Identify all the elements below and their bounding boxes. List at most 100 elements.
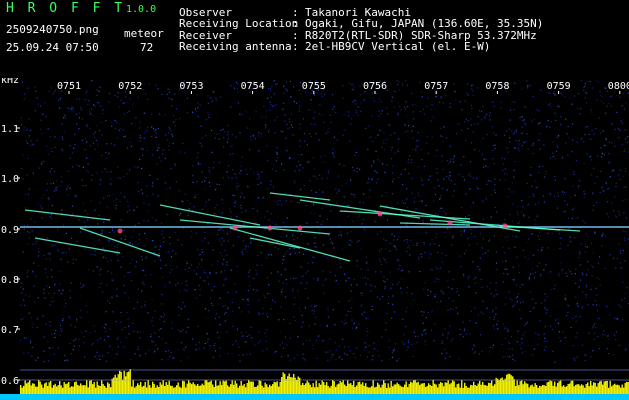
level-bar — [153, 383, 155, 394]
level-bar — [542, 384, 544, 394]
level-bar — [32, 383, 34, 394]
level-bar — [318, 383, 320, 394]
level-bar — [357, 382, 359, 394]
level-bar — [333, 381, 335, 394]
level-bar — [540, 386, 542, 394]
level-bar — [93, 381, 95, 394]
level-bar — [305, 383, 307, 394]
level-bar — [512, 376, 514, 394]
level-bar — [345, 386, 347, 394]
level-bar — [45, 382, 47, 394]
level-bar — [179, 386, 181, 394]
y-tick-label: 0.8 — [1, 275, 19, 286]
level-bar — [605, 381, 607, 394]
level-bar — [123, 370, 125, 394]
level-bar — [222, 380, 224, 394]
level-bar — [311, 387, 313, 394]
level-bar — [588, 386, 590, 394]
level-bar — [618, 385, 620, 394]
level-bar — [465, 386, 467, 394]
level-bar — [152, 381, 154, 394]
level-bar — [405, 381, 407, 394]
level-bar — [431, 386, 433, 394]
level-bar — [555, 386, 557, 394]
level-bar — [561, 386, 563, 394]
level-bar — [54, 383, 56, 394]
level-bar — [117, 374, 119, 394]
level-bar — [186, 383, 188, 394]
level-bar — [174, 387, 176, 394]
level-bar — [422, 383, 424, 394]
level-bar — [471, 385, 473, 394]
y-tick-label: 0.9 — [1, 225, 19, 236]
level-bar — [351, 385, 353, 394]
level-bar — [288, 373, 290, 394]
level-bar — [36, 386, 38, 394]
level-bar — [188, 380, 190, 394]
level-bar — [543, 385, 545, 394]
level-bar — [617, 384, 619, 394]
level-bar — [440, 382, 442, 394]
level-bar — [414, 380, 416, 394]
level-bar — [74, 382, 76, 394]
level-bar — [243, 384, 245, 394]
level-bar — [594, 382, 596, 394]
level-bar — [423, 383, 425, 394]
level-bar — [389, 387, 391, 394]
level-bar — [378, 384, 380, 394]
level-bar — [531, 384, 533, 394]
level-bar — [114, 374, 116, 394]
level-bar — [437, 387, 439, 394]
level-bar — [498, 380, 500, 394]
level-bar — [84, 385, 86, 394]
level-bar — [122, 379, 124, 394]
level-bar — [572, 380, 574, 394]
y-tick-label: 1.1 — [1, 124, 19, 135]
meteor-head — [377, 211, 383, 217]
level-bar — [209, 381, 211, 394]
level-bar — [569, 383, 571, 394]
level-bar — [317, 387, 319, 394]
level-bar — [455, 387, 457, 394]
level-bar — [467, 387, 469, 394]
level-bar — [372, 380, 374, 394]
level-bar — [251, 381, 253, 394]
level-bar — [194, 384, 196, 394]
level-bar — [224, 381, 226, 394]
level-bar — [519, 381, 521, 394]
level-bar — [582, 385, 584, 394]
level-bar — [39, 381, 41, 394]
level-bar — [602, 384, 604, 394]
level-bar — [42, 387, 44, 394]
level-bar — [432, 380, 434, 394]
level-bar — [183, 381, 185, 394]
level-bar — [417, 381, 419, 394]
level-bar — [485, 385, 487, 394]
x-tick-label: 0754 — [241, 81, 265, 92]
level-bar — [56, 386, 58, 394]
level-bar — [504, 378, 506, 394]
level-bar — [261, 385, 263, 394]
level-bar — [591, 385, 593, 394]
level-bar — [141, 386, 143, 394]
level-bar — [314, 387, 316, 394]
level-bar — [150, 387, 152, 394]
level-bar — [521, 380, 523, 394]
level-bar — [603, 381, 605, 394]
level-bar — [165, 382, 167, 394]
level-bar — [497, 378, 499, 394]
level-bar — [51, 387, 53, 394]
meteor-head — [297, 225, 303, 231]
meteor-head — [502, 223, 508, 229]
level-bar — [62, 387, 64, 394]
level-bar — [89, 380, 91, 394]
level-bar — [156, 385, 158, 394]
meteor-head — [267, 225, 273, 231]
level-bar — [53, 385, 55, 394]
level-bar — [390, 381, 392, 394]
level-bar — [510, 375, 512, 394]
level-bar — [195, 385, 197, 394]
level-bar — [221, 385, 223, 394]
level-bar — [354, 387, 356, 394]
level-bar — [398, 384, 400, 394]
